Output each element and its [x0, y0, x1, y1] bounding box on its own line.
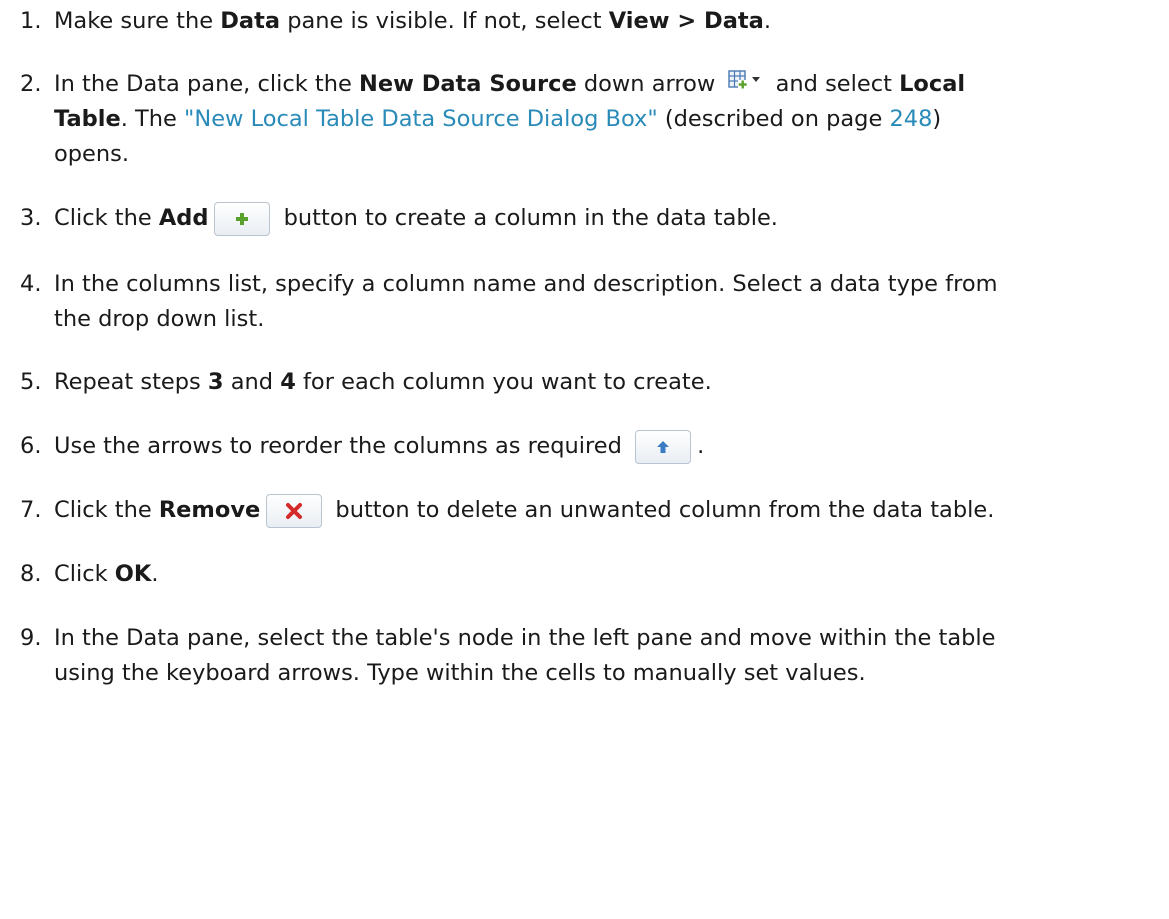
red-x-icon	[267, 495, 321, 527]
step-text: Repeat steps 3 and 4 for each column you…	[54, 369, 712, 395]
arrow-up-icon	[636, 431, 690, 463]
step-text: In the Data pane, click the New Data Sou…	[54, 66, 1159, 103]
step-text: Click the Remove button to delete an unw…	[54, 492, 1159, 528]
move-up-button[interactable]	[635, 429, 692, 464]
step-text: Click OK.	[54, 561, 159, 587]
step-text: In the columns list, specify a column na…	[54, 271, 998, 297]
step-text: Use the arrows to reorder the columns as…	[54, 428, 1159, 464]
step-text: Make sure the Data pane is visible. If n…	[54, 8, 772, 34]
add-button[interactable]	[214, 201, 271, 236]
step-text: Click the Add button to create a column …	[54, 200, 1159, 236]
remove-button[interactable]	[266, 493, 323, 528]
dialog-box-link[interactable]: "New Local Table Data Source Dialog Box"	[184, 106, 658, 132]
table-add-icon[interactable]	[728, 67, 762, 103]
page-link[interactable]: 248	[889, 106, 932, 132]
plus-icon	[215, 203, 269, 235]
step-text: In the Data pane, select the table's nod…	[54, 625, 996, 651]
